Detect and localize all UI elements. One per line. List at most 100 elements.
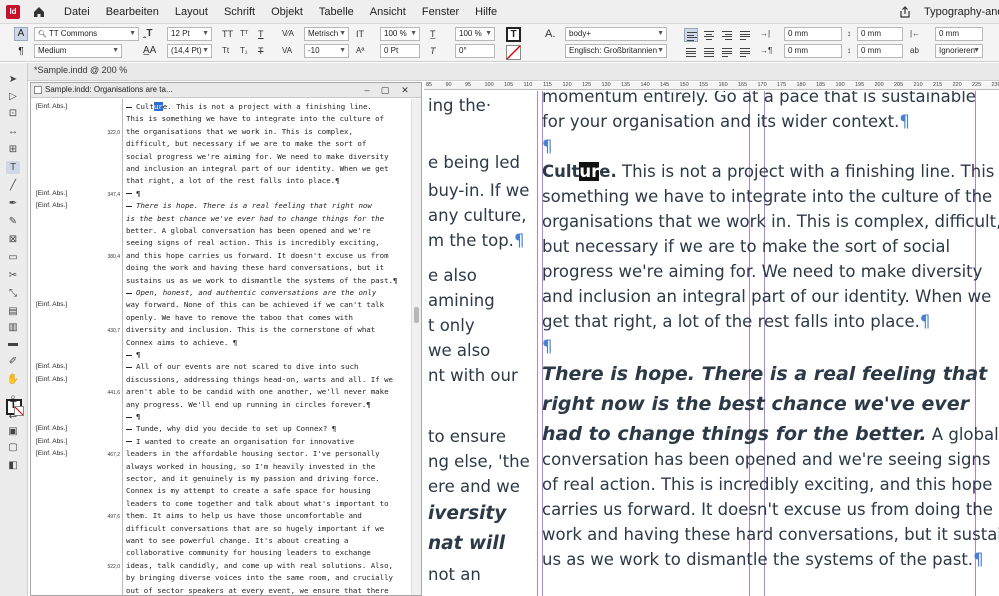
layout-text: us as we work to dismantle the systems o… (542, 550, 974, 569)
share-icon[interactable] (898, 5, 912, 19)
maximize-button[interactable]: ▢ (379, 84, 391, 96)
layout-text: e also (428, 266, 477, 285)
rectangle-tool-icon[interactable]: ▭ (6, 251, 20, 264)
hand-tool-icon[interactable]: ✋ (6, 373, 20, 386)
font-size-field[interactable]: 12 Pt ▼ (167, 27, 212, 41)
page-tool-icon[interactable]: ⊡ (6, 107, 20, 120)
superscript-icon[interactable]: Tᵀ (240, 27, 248, 41)
language-field[interactable]: Englisch: Großbritannien ▼ (565, 44, 667, 58)
strikethrough-icon[interactable]: T (258, 44, 264, 58)
story-text: out of sector speakers at every event, w… (126, 585, 389, 595)
tab-sample-document[interactable]: *Sample.indd @ 200 % (34, 65, 127, 75)
gradient-tool-icon[interactable]: ▤ (6, 305, 20, 318)
horizontal-ruler[interactable]: 85 90 95 100 105 110 115 120 125 130 135 140 145 150 1… (424, 82, 999, 90)
screen-mode-icon[interactable]: ◧ (6, 459, 20, 472)
menu-item-ansicht[interactable]: Ansicht (362, 0, 414, 24)
rectangle-frame-tool-icon[interactable]: ⊠ (6, 233, 20, 246)
menu-item-objekt[interactable]: Objekt (263, 0, 311, 24)
minimize-button[interactable]: – (361, 84, 373, 96)
stroke-none-swatch[interactable] (506, 45, 521, 60)
gradient-feather-icon[interactable]: ▥ (6, 321, 20, 334)
view-mode-icon[interactable]: ▢ (6, 441, 20, 454)
paragraph-mode-button[interactable]: ¶ (14, 45, 28, 59)
layout-line: ing the· (428, 96, 491, 115)
gap-tool-icon[interactable]: ↔ (6, 125, 20, 138)
character-mode-button[interactable]: A (14, 27, 28, 41)
pilcrow-mark: ¶ (542, 337, 553, 356)
left-text-frame[interactable]: ing the· e being led buy-in. If we any cult… (428, 91, 536, 596)
align-towards-spine-button[interactable] (684, 45, 698, 59)
menu-item-hilfe[interactable]: Hilfe (467, 0, 505, 24)
horizontal-scale-field[interactable]: 100 % ▼ (455, 27, 495, 41)
story-scrollbar-thumb[interactable] (414, 307, 419, 323)
justify-center-button[interactable] (720, 45, 734, 59)
menu-item-datei[interactable]: Datei (56, 0, 98, 24)
container-mode-icon[interactable]: ▣ (6, 425, 20, 438)
workspace-switcher[interactable]: Typography-and-Sc (924, 6, 999, 18)
align-center-button[interactable] (702, 28, 716, 42)
selection-tool-icon[interactable]: ➤ (6, 73, 20, 86)
menu-item-layout[interactable]: Layout (167, 0, 216, 24)
home-icon[interactable] (32, 5, 46, 19)
align-right-button[interactable] (720, 28, 734, 42)
scissors-tool-icon[interactable]: ✂ (6, 269, 20, 282)
free-transform-tool-icon[interactable]: ⤡ (6, 287, 20, 300)
space-before-field[interactable]: 0 mm (857, 27, 903, 41)
app-logo-icon[interactable]: Id (6, 4, 20, 19)
font-style-field[interactable]: Medium ▼ (34, 44, 122, 58)
paragraph-marker (126, 106, 132, 108)
ruler-label: 190 (835, 82, 845, 88)
note-tool-icon[interactable]: ▬ (6, 337, 20, 350)
leading-field[interactable]: (14,4 Pt) ▼ (167, 44, 212, 58)
layout-line: for your organisation and its wider cont… (542, 112, 910, 131)
layout-line: not an (428, 565, 481, 584)
font-family-field[interactable]: 🔍︎ TT Commons ▼ (34, 27, 139, 41)
right-text-frame[interactable]: momentum entirely. Go at a pace that is … (542, 91, 999, 596)
first-line-indent-field[interactable]: 0 mm (784, 44, 842, 58)
justify-right-button[interactable] (738, 45, 752, 59)
paragraph-style-field[interactable]: body+ ▼ (565, 27, 667, 41)
skew-field[interactable]: 0° (455, 44, 495, 58)
right-indent-field[interactable]: 0 mm (935, 27, 983, 41)
type-tool-icon[interactable]: T (6, 161, 20, 174)
left-indent-field[interactable]: 0 mm (784, 27, 842, 41)
layout-text: something we have to integrate into the … (542, 187, 993, 206)
menu-item-bearbeiten[interactable]: Bearbeiten (98, 0, 167, 24)
story-scrollbar[interactable] (411, 99, 421, 595)
text-selection[interactable]: ur (579, 162, 600, 181)
pencil-tool-icon[interactable]: ✎ (6, 215, 20, 228)
underline-icon[interactable]: T (258, 27, 264, 41)
tracking-icon: VA (282, 46, 293, 55)
story-text-area[interactable]: Culture. This is not a project with a fi… (126, 99, 411, 595)
layout-canvas[interactable]: ing the· e being led buy-in. If we any cult… (424, 91, 999, 596)
direct-selection-tool-icon[interactable]: ▷ (6, 90, 20, 103)
kerning-field[interactable]: Metrisch ▼ (304, 27, 349, 41)
pen-tool-icon[interactable]: ✒ (6, 197, 20, 210)
tracking-field[interactable]: -10 ▼ (304, 44, 349, 58)
stroke-swatch-icon[interactable] (14, 406, 24, 416)
hyphenation-field[interactable]: Ignorieren ▼ (935, 44, 983, 58)
small-caps-icon[interactable]: Tt (222, 44, 229, 58)
justify-left-button[interactable] (738, 28, 752, 42)
line-tool-icon[interactable]: ╱ (6, 179, 20, 192)
ruler-label: 180 (796, 82, 806, 88)
menu-item-tabelle[interactable]: Tabelle (311, 0, 362, 24)
space-after-field[interactable]: 0 mm (857, 44, 903, 58)
justify-all-button[interactable] (702, 45, 716, 59)
layout-line: ere and we (428, 477, 520, 496)
selected-text[interactable]: ur (153, 102, 163, 111)
story-editor-titlebar[interactable]: Sample.indd: Organisations are ta... – ▢… (31, 83, 421, 98)
menu-item-fenster[interactable]: Fenster (414, 0, 467, 24)
text-fill-swatch[interactable]: T (506, 27, 521, 42)
eyedropper-tool-icon[interactable]: ✐ (6, 355, 20, 368)
vertical-scale-field[interactable]: 100 % ▼ (380, 27, 420, 41)
all-caps-icon[interactable]: TT (222, 27, 233, 41)
subscript-icon[interactable]: T₁ (240, 44, 248, 58)
baseline-shift-field[interactable]: 0 Pt (380, 44, 420, 58)
main-menu: Datei Bearbeiten Layout Schrift Objekt Tabell… (56, 0, 505, 24)
menu-item-schrift[interactable]: Schrift (216, 0, 263, 24)
content-collector-icon[interactable]: ⊞ (6, 143, 20, 156)
story-line: seeing signs of real action. This is inc… (126, 237, 411, 249)
align-left-button[interactable] (684, 28, 698, 42)
close-button[interactable]: ✕ (399, 84, 411, 96)
